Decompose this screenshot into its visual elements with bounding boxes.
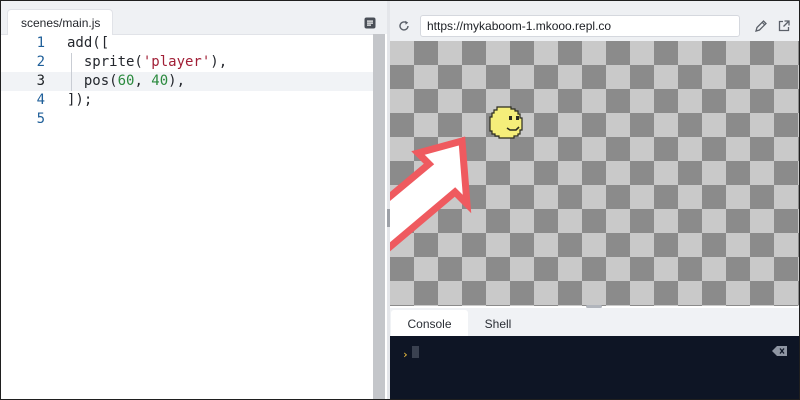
code-line[interactable]: 1 add([ [1,34,373,53]
code-area[interactable]: 1 add([ 2 sprite('player'), 3 pos(60, 40… [1,34,373,399]
pointer-arrow-icon [390,136,472,252]
line-number: 1 [36,35,45,51]
url-bar: https://mykaboom-1.mkooo.repl.co [390,1,799,41]
game-canvas[interactable] [390,41,799,306]
line-number: 4 [36,92,45,108]
open-external-icon[interactable] [777,19,791,33]
code-text: add([ [67,35,110,51]
clear-console-icon[interactable] [772,346,788,356]
webview-pane: https://mykaboom-1.mkooo.repl.co Console… [390,1,799,399]
console-panel: Console Shell › [390,308,799,399]
code-token: pos( [67,73,118,89]
number-literal: 60 [117,73,135,89]
code-text: sprite('player'), [67,53,227,72]
scrollbar-thumb[interactable] [373,34,385,399]
line-number: 2 [36,54,45,70]
console-tab-bar: Console Shell [390,308,799,336]
line-number: 5 [36,111,45,127]
code-text: pos(60, 40), [67,72,185,91]
panel-menu-icon[interactable] [364,17,376,29]
tab-main-js[interactable]: scenes/main.js [7,9,113,35]
code-line[interactable]: 2 sprite('player'), [1,53,373,72]
player-sprite [489,106,523,139]
code-text: ]); [67,92,93,108]
code-token: , [134,73,152,89]
editor-tab-bar: scenes/main.js [1,1,387,35]
code-token: sprite( [67,54,143,70]
reload-icon[interactable] [397,19,411,33]
tab-shell[interactable]: Shell [468,310,528,336]
code-editor: scenes/main.js 1 add([ 2 sprite('player'… [1,1,387,399]
pencil-icon[interactable] [754,19,768,33]
number-literal: 40 [151,73,169,89]
indent-guide [71,53,72,91]
code-token: ), [168,73,186,89]
console-output[interactable]: › [390,336,799,399]
tab-console[interactable]: Console [391,310,468,336]
url-field[interactable]: https://mykaboom-1.mkooo.repl.co [420,15,740,37]
string-literal: 'player' [142,54,211,70]
line-number: 3 [36,73,45,89]
app-window: scenes/main.js 1 add([ 2 sprite('player'… [0,0,800,400]
code-line-active[interactable]: 3 pos(60, 40), [1,72,373,91]
console-prompt: › [402,348,409,361]
code-line[interactable]: 4 ]); [1,91,373,110]
code-line[interactable]: 5 [1,110,373,129]
code-token: ), [210,54,228,70]
console-cursor [412,346,419,358]
